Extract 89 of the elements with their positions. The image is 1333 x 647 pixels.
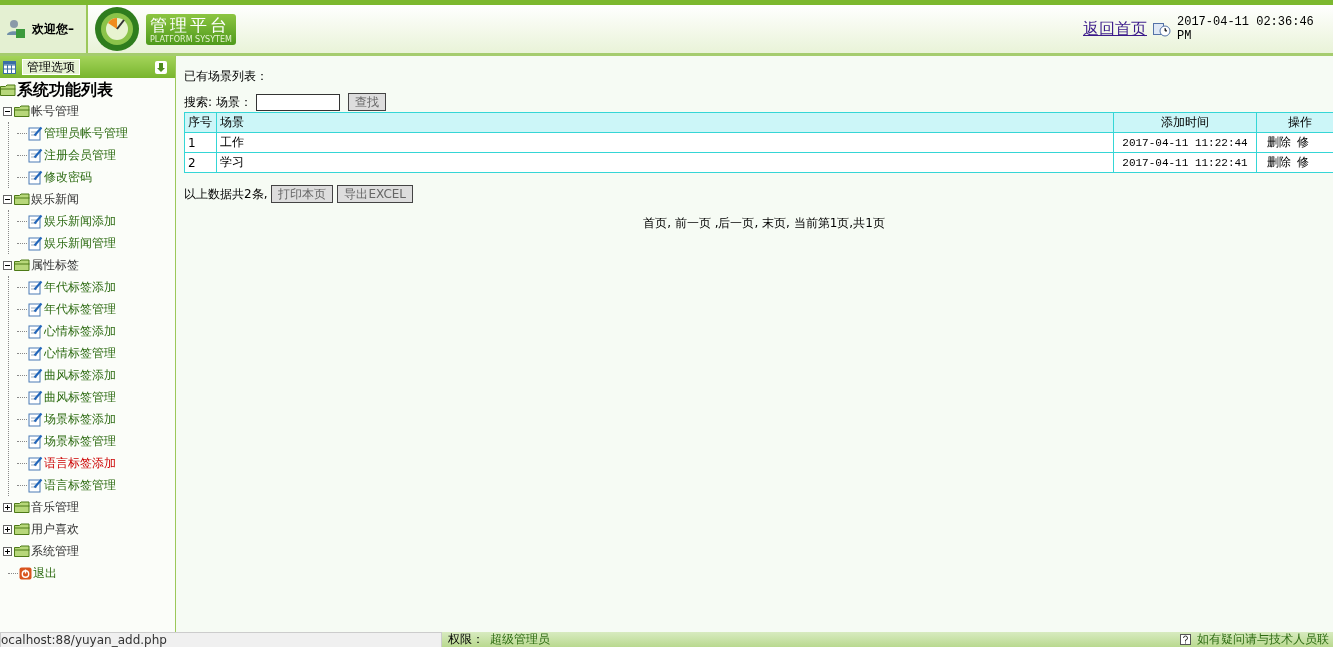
column-header: 序号 xyxy=(184,112,217,133)
help-icon xyxy=(1180,634,1191,645)
note-icon xyxy=(28,433,43,449)
tree-link[interactable]: 曲风标签管理 xyxy=(44,388,116,406)
action-button[interactable]: 打印本页 xyxy=(271,185,334,203)
note-icon xyxy=(28,235,43,251)
tree-link[interactable]: 语言标签管理 xyxy=(44,476,116,494)
datetime-text: 2017-04-11 02:36:46 PM xyxy=(1177,15,1315,43)
expand-icon[interactable] xyxy=(3,502,12,512)
column-header: 场景 xyxy=(216,112,1114,133)
folder-icon xyxy=(14,501,30,513)
tree-link[interactable]: 注册会员管理 xyxy=(44,146,116,164)
note-icon xyxy=(28,125,43,141)
note-icon xyxy=(28,147,43,163)
action-button[interactable]: 导出EXCEL xyxy=(337,185,414,203)
options-button[interactable]: 管理选项 xyxy=(22,59,80,75)
collapse-icon[interactable] xyxy=(3,260,12,270)
note-icon xyxy=(28,169,43,185)
field-label: 场景： xyxy=(216,93,253,111)
expand-icon[interactable] xyxy=(3,524,12,534)
table-cell: 2 xyxy=(184,152,217,173)
note-icon xyxy=(28,455,43,471)
tree-folder[interactable]: 娱乐新闻 xyxy=(31,190,79,208)
help-text: 如有疑问请与技术人员联 xyxy=(1197,631,1329,647)
tree-link[interactable]: 场景标签添加 xyxy=(44,410,116,428)
power-icon xyxy=(19,566,32,580)
user-icon xyxy=(6,18,26,40)
permission-label: 权限： xyxy=(448,631,484,647)
search-button[interactable]: 查找 xyxy=(348,93,387,111)
action-link[interactable]: 修 xyxy=(1297,135,1309,149)
logo-icon xyxy=(94,6,140,52)
search-field[interactable] xyxy=(256,93,341,111)
pagination-text: 首页, 前一页 ,后一页, 末页, 当前第1页,共1页 xyxy=(643,216,885,230)
note-icon xyxy=(28,213,43,229)
action-link[interactable]: 删除 xyxy=(1267,135,1291,149)
tree-folder[interactable]: 音乐管理 xyxy=(31,498,79,516)
folder-icon xyxy=(14,545,30,557)
collapse-icon[interactable] xyxy=(3,194,12,204)
tree-link[interactable]: 娱乐新闻管理 xyxy=(44,234,116,252)
summary-text: 以上数据共2条, xyxy=(184,185,268,203)
action-link[interactable]: 修 xyxy=(1297,155,1309,169)
tree-link[interactable]: 年代标签添加 xyxy=(44,278,116,296)
note-icon xyxy=(28,323,43,339)
table-cell: 学习 xyxy=(216,152,1114,173)
tree-link[interactable]: 心情标签管理 xyxy=(44,344,116,362)
tree-link[interactable]: 退出 xyxy=(33,564,57,582)
action-link[interactable]: 删除 xyxy=(1267,155,1291,169)
tree-link[interactable]: 修改密码 xyxy=(44,168,92,186)
folder-icon xyxy=(14,523,30,535)
tree-link[interactable]: 管理员帐号管理 xyxy=(44,124,128,142)
search-label: 搜索: xyxy=(184,93,213,111)
expand-icon[interactable] xyxy=(3,546,12,556)
status-url: ocalhost:88/yuyan_add.php xyxy=(0,631,442,647)
brand-title: 管理平台 xyxy=(150,14,231,35)
note-icon xyxy=(28,279,43,295)
collapse-icon[interactable] xyxy=(3,106,12,116)
note-icon xyxy=(28,477,43,493)
folder-icon xyxy=(0,84,16,96)
down-arrow-icon[interactable] xyxy=(155,60,167,74)
note-icon xyxy=(28,345,43,361)
column-header: 操作 xyxy=(1256,112,1333,133)
tree-link[interactable]: 曲风标签添加 xyxy=(44,366,116,384)
tree-folder[interactable]: 属性标签 xyxy=(31,256,79,274)
tree-folder[interactable]: 用户喜欢 xyxy=(31,520,79,538)
note-icon xyxy=(28,301,43,317)
folder-icon xyxy=(14,105,30,117)
tree-root: 系统功能列表 xyxy=(17,79,113,101)
table-cell: 1 xyxy=(184,132,217,153)
tree-folder[interactable]: 系统管理 xyxy=(31,542,79,560)
permission-value: 超级管理员 xyxy=(490,631,550,647)
note-icon xyxy=(28,389,43,405)
tree-link[interactable]: 娱乐新闻添加 xyxy=(44,212,116,230)
tree-link[interactable]: 语言标签添加 xyxy=(44,454,116,472)
note-icon xyxy=(28,411,43,427)
tree-link[interactable]: 年代标签管理 xyxy=(44,300,116,318)
note-icon xyxy=(28,367,43,383)
table-cell: 工作 xyxy=(216,132,1114,153)
folder-icon xyxy=(14,259,30,271)
tree-folder[interactable]: 帐号管理 xyxy=(31,102,79,120)
column-header: 添加时间 xyxy=(1113,112,1257,133)
brand-subtitle: PLATFORM SYSYTEM xyxy=(150,34,232,44)
calendar-icon xyxy=(3,60,16,74)
welcome-text: 欢迎您– xyxy=(32,20,74,38)
folder-icon xyxy=(14,193,30,205)
home-link[interactable]: 返回首页 xyxy=(1083,18,1147,40)
tree-link[interactable]: 心情标签添加 xyxy=(44,322,116,340)
list-heading: 已有场景列表： xyxy=(184,68,269,85)
clock-icon xyxy=(1153,21,1171,37)
tree-link[interactable]: 场景标签管理 xyxy=(44,432,116,450)
